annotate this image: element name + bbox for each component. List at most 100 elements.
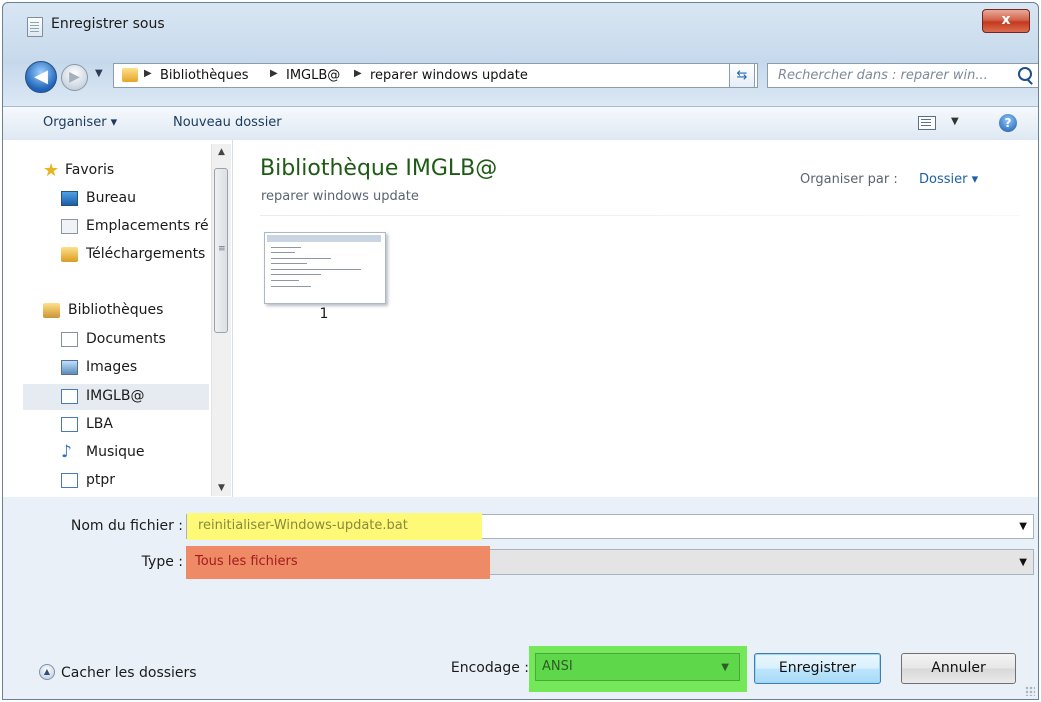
thumbnail-text-line <box>271 286 311 287</box>
notepad-icon <box>27 17 43 37</box>
library-title: Bibliothèque IMGLB@ <box>260 156 498 181</box>
scroll-down-arrow-icon[interactable]: ▼ <box>212 483 231 493</box>
hide-folders-icon[interactable]: ▲ <box>39 664 55 680</box>
nav-label: LBA <box>86 416 113 432</box>
nav-label: Images <box>86 359 138 375</box>
refresh-icon: ⇆ <box>736 68 748 83</box>
library-folder-icon <box>122 68 138 82</box>
hide-folders-link[interactable]: Cacher les dossiers <box>61 665 197 681</box>
nav-item-documents[interactable]: Documents <box>61 330 209 352</box>
title-bar[interactable]: Enregistrer sous x <box>3 3 1038 47</box>
breadcrumb-separator-icon[interactable]: ▶ <box>354 68 362 79</box>
resize-grip[interactable] <box>1025 686 1035 696</box>
search-placeholder: Rechercher dans : reparer win... <box>778 68 988 83</box>
thumbnail-text-line <box>271 269 361 270</box>
thumbnail-text-line <box>271 252 295 253</box>
new-folder-button[interactable]: Nouveau dossier <box>173 115 282 130</box>
filename-value: reinitialiser-Windows-update.bat <box>198 518 408 533</box>
images-icon <box>61 360 78 375</box>
refresh-button[interactable]: ⇆ <box>729 63 755 88</box>
encoding-value: ANSI <box>542 659 573 674</box>
filename-dropdown-arrow-icon[interactable]: ▼ <box>1019 521 1027 532</box>
navigation-pane: ★ Favoris Bureau Emplacements récents Té… <box>3 140 233 497</box>
forward-button[interactable]: ▶ <box>61 64 88 91</box>
file-thumbnail[interactable] <box>264 232 386 304</box>
thumbnail-text-line <box>271 274 321 275</box>
scroll-up-arrow-icon[interactable]: ▲ <box>212 147 231 157</box>
library-icon <box>61 417 78 432</box>
recent-places-icon <box>61 219 78 234</box>
thumbnail-text-line <box>271 258 331 259</box>
library-icon <box>61 389 78 404</box>
desktop-icon <box>61 191 78 206</box>
nav-label: Bibliothèques <box>68 302 164 318</box>
nav-libraries[interactable]: Bibliothèques <box>43 301 208 323</box>
file-list-area[interactable]: Bibliothèque IMGLB@ reparer windows upda… <box>233 140 1038 497</box>
close-button[interactable]: x <box>982 9 1030 33</box>
nav-label: Favoris <box>65 162 115 178</box>
encoding-select[interactable]: ANSI ▼ <box>535 653 740 681</box>
header-divider <box>260 215 1020 216</box>
search-icon[interactable] <box>1018 67 1032 81</box>
address-bar[interactable]: ▶ Bibliothèques ▶ IMGLB@ ▶ reparer windo… <box>113 63 758 88</box>
breadcrumb-separator-icon[interactable]: ▶ <box>144 68 152 79</box>
organize-button[interactable]: Organiser ▾ <box>43 115 117 130</box>
nav-item-imglb[interactable]: IMGLB@ <box>23 384 209 410</box>
back-arrow-icon: ◀ <box>34 66 48 87</box>
nav-item-downloads[interactable]: Téléchargements <box>61 245 209 267</box>
breadcrumb-separator-icon[interactable]: ▶ <box>270 68 278 79</box>
encoding-dropdown-arrow-icon[interactable]: ▼ <box>721 662 729 673</box>
star-icon: ★ <box>43 161 60 181</box>
thumbnail-titlebar <box>267 235 381 242</box>
nav-label: Emplacements récents <box>86 218 209 234</box>
nav-item-ptpr[interactable]: ptpr <box>61 471 209 493</box>
type-dropdown-arrow-icon[interactable]: ▼ <box>1019 557 1027 568</box>
nav-label: ptpr <box>86 472 116 488</box>
help-icon[interactable]: ? <box>999 114 1017 132</box>
thumbnail-text-line <box>271 280 299 281</box>
arrange-by-label: Organiser par : <box>800 172 898 187</box>
nav-item-lba[interactable]: LBA <box>61 415 209 437</box>
save-button[interactable]: Enregistrer <box>754 653 881 684</box>
save-as-dialog: Enregistrer sous x ◀ ▶ ▼ ▶ Bibliothèques… <box>2 2 1039 700</box>
recent-locations-dropdown[interactable]: ▼ <box>95 68 103 79</box>
view-options-dropdown[interactable]: ▼ <box>951 116 959 127</box>
documents-icon <box>61 332 78 347</box>
encoding-label: Encodage : <box>450 660 529 676</box>
nav-label: IMGLB@ <box>86 388 145 404</box>
arrange-by-dropdown[interactable]: Dossier ▾ <box>919 172 978 187</box>
command-toolbar: Organiser ▾ Nouveau dossier ▼ ? <box>3 106 1038 141</box>
music-note-icon: ♪ <box>61 443 72 462</box>
type-label: Type : <box>141 554 183 570</box>
scroll-thumb[interactable]: ≡ <box>214 168 228 333</box>
search-input[interactable]: Rechercher dans : reparer win... <box>767 63 1038 88</box>
forward-arrow-icon: ▶ <box>69 69 80 85</box>
thumbnail-text-line <box>271 263 307 264</box>
window-title: Enregistrer sous <box>51 16 165 32</box>
nav-label: Téléchargements <box>86 246 206 262</box>
nav-item-recent-places[interactable]: Emplacements récents <box>61 217 209 239</box>
nav-item-musique[interactable]: ♪ Musique <box>61 443 209 465</box>
filename-label: Nom du fichier : <box>70 518 183 534</box>
breadcrumb-imglb[interactable]: IMGLB@ <box>286 68 340 83</box>
nav-label: Musique <box>86 444 145 460</box>
nav-scrollbar[interactable]: ▲ ≡ ▼ <box>211 144 231 496</box>
grip-icon: ≡ <box>218 244 226 254</box>
breadcrumb-reparer[interactable]: reparer windows update <box>370 68 528 83</box>
change-view-icon[interactable] <box>918 116 936 130</box>
breadcrumb-bibliotheques[interactable]: Bibliothèques <box>160 68 249 83</box>
nav-label: Documents <box>86 331 166 347</box>
downloads-folder-icon <box>61 247 78 262</box>
nav-label: Bureau <box>86 190 136 206</box>
nav-item-bureau[interactable]: Bureau <box>61 189 209 211</box>
type-select[interactable]: Tous les fichiers ▼ <box>186 546 1034 579</box>
type-value: Tous les fichiers <box>195 554 298 569</box>
file-name-label[interactable]: 1 <box>264 306 384 322</box>
nav-item-images[interactable]: Images <box>61 358 209 380</box>
cancel-button[interactable]: Annuler <box>901 653 1016 684</box>
filename-field[interactable]: reinitialiser-Windows-update.bat ▼ <box>186 513 1034 540</box>
back-button[interactable]: ◀ <box>25 61 57 93</box>
nav-favorites[interactable]: ★ Favoris <box>43 161 208 183</box>
library-icon <box>61 473 78 488</box>
libraries-icon <box>43 303 60 318</box>
